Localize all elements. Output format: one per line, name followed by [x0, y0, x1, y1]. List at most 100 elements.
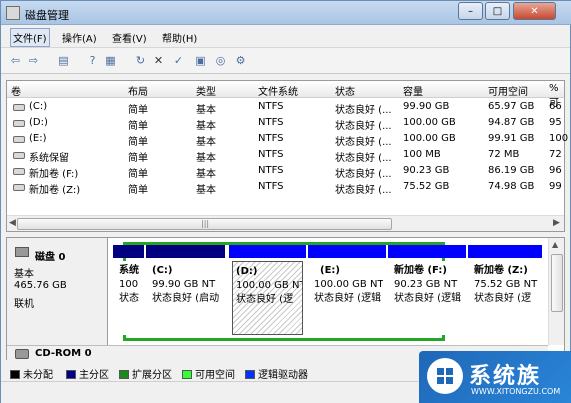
partition-size: 100: [119, 279, 139, 290]
logical-bar: [229, 245, 306, 258]
logical-bar: [468, 245, 542, 258]
percent-cell: 72: [549, 149, 562, 160]
menu-action[interactable]: 操作(A): [62, 30, 97, 45]
status-cell: 状态良好 (...: [335, 105, 392, 116]
table-row[interactable]: (D:) 简单 基本 NTFS 状态良好 (... 100.00 GB 94.8…: [7, 115, 564, 132]
settings-icon[interactable]: ⚙: [233, 53, 248, 68]
properties-icon[interactable]: ▦: [103, 53, 118, 68]
disk0-info[interactable]: 磁盘 0 基本 465.76 GB 联机: [7, 238, 108, 345]
disk0-type: 基本: [14, 269, 34, 280]
partition-system-reserved[interactable]: 系统 100 状态: [113, 245, 144, 338]
toolbar: ⇦ ⇨ ▤ ? ▦ ↻ ✕ ✓ ▣ ◎ ⚙: [1, 47, 570, 74]
partition-status: 状态良好 (逻辑: [314, 293, 382, 304]
volume-list: 卷 布局 类型 文件系统 状态 容量 可用空间 % 可 (C:) 简单 基本 N…: [6, 80, 568, 232]
status-cell: 状态良好 (...: [335, 185, 392, 196]
legend-unallocated: 未分配: [10, 366, 53, 381]
menu-bar: 文件(F) 操作(A) 查看(V) 帮助(H): [1, 26, 570, 47]
capacity-cell: 99.90 GB: [403, 101, 450, 112]
horizontal-scrollbar[interactable]: ◀ ||| ▶: [7, 215, 564, 231]
column-header: 卷 布局 类型 文件系统 状态 容量 可用空间 % 可: [7, 81, 564, 109]
back-icon[interactable]: ⇦: [8, 53, 23, 68]
search-icon[interactable]: ◎: [213, 53, 228, 68]
type-cell: 基本: [196, 137, 216, 148]
layout-cell: 简单: [128, 185, 148, 196]
table-row[interactable]: 新加卷 (Z:) 简单 基本 NTFS 状态良好 (... 75.52 GB 7…: [7, 179, 564, 196]
scroll-up-icon[interactable]: ▲: [552, 240, 558, 249]
delete-icon[interactable]: ✕: [151, 53, 166, 68]
check-icon[interactable]: ✓: [171, 53, 186, 68]
partition-label: (C:): [152, 265, 173, 276]
close-button[interactable]: ✕: [513, 2, 556, 20]
free-cell: 65.97 GB: [488, 101, 535, 112]
minimize-button[interactable]: –: [458, 2, 483, 20]
capacity-cell: 100.00 GB: [403, 117, 456, 128]
vertical-scroll-thumb[interactable]: [551, 254, 563, 312]
capacity-cell: 100 MB: [403, 149, 441, 160]
capacity-cell: 90.23 GB: [403, 165, 450, 176]
partition-f[interactable]: 新加卷 (F:) 90.23 GB NT 状态良好 (逻辑: [388, 245, 466, 338]
watermark-url: WWW.XITONGZU.COM: [471, 387, 561, 396]
volume-cell: 新加卷 (Z:): [29, 185, 81, 196]
partition-z[interactable]: 新加卷 (Z:) 75.52 GB NT 状态良好 (逻: [468, 245, 542, 338]
volume-cell: 系统保留: [29, 153, 69, 164]
drive-icon: [13, 104, 25, 111]
menu-file[interactable]: 文件(F): [10, 28, 50, 47]
partition-label: 新加卷 (F:): [394, 265, 447, 276]
primary-bar: [146, 245, 225, 258]
percent-cell: 66: [549, 101, 562, 112]
menu-help[interactable]: 帮助(H): [162, 30, 197, 45]
percent-cell: 100: [549, 133, 569, 144]
legend-swatch: [245, 370, 255, 379]
partition-body: 新加卷 (Z:) 75.52 GB NT 状态良好 (逻: [471, 261, 539, 335]
scroll-thumb[interactable]: |||: [17, 218, 392, 230]
logical-bar: [308, 245, 386, 258]
primary-bar: [113, 245, 144, 258]
cdrom-icon: [15, 349, 29, 359]
free-cell: 94.87 GB: [488, 117, 535, 128]
app-icon: [6, 6, 20, 20]
help-icon[interactable]: ?: [85, 53, 100, 68]
col-free[interactable]: 可用空间: [488, 83, 528, 98]
scroll-left-icon[interactable]: ◀: [9, 218, 16, 228]
col-status[interactable]: 状态: [335, 83, 355, 98]
table-row[interactable]: 系统保留 简单 基本 NTFS 状态良好 (... 100 MB 72 MB 7…: [7, 147, 564, 164]
percent-cell: 99: [549, 181, 562, 192]
partition-status: 状态: [119, 293, 139, 304]
menu-view[interactable]: 查看(V): [112, 30, 147, 45]
capacity-cell: 75.52 GB: [403, 181, 450, 192]
col-type[interactable]: 类型: [196, 83, 216, 98]
type-cell: 基本: [196, 169, 216, 180]
partition-status: 状态良好 (逻: [236, 294, 294, 305]
col-percent[interactable]: % 可: [549, 83, 564, 109]
volume-cell: (C:): [29, 101, 48, 112]
maximize-button[interactable]: □: [485, 2, 510, 20]
disk-management-window: 磁盘管理 – □ ✕ 文件(F) 操作(A) 查看(V) 帮助(H) ⇦ ⇨ ▤…: [0, 0, 571, 403]
partition-label: (D:): [236, 266, 258, 277]
type-cell: 基本: [196, 153, 216, 164]
forward-icon[interactable]: ⇨: [26, 53, 41, 68]
scroll-right-icon[interactable]: ▶: [553, 218, 560, 228]
free-cell: 86.19 GB: [488, 165, 535, 176]
partition-size: 100.00 GB NT: [314, 279, 383, 290]
console-tree-icon[interactable]: ▤: [56, 53, 71, 68]
fs-cell: NTFS: [258, 133, 284, 144]
logical-bar: [388, 245, 466, 258]
table-row[interactable]: 新加卷 (F:) 简单 基本 NTFS 状态良好 (... 90.23 GB 8…: [7, 163, 564, 180]
partition-e[interactable]: (E:) 100.00 GB NT 状态良好 (逻辑: [308, 245, 386, 338]
col-capacity[interactable]: 容量: [403, 83, 423, 98]
partition-d[interactable]: (D:) 100.00 GB NT 状态良好 (逻: [229, 245, 306, 338]
open-folder-icon[interactable]: ▣: [193, 53, 208, 68]
partition-size: 99.90 GB NT: [152, 279, 216, 290]
drive-icon: [13, 168, 25, 175]
col-volume[interactable]: 卷: [11, 83, 21, 98]
window-title: 磁盘管理: [25, 9, 69, 22]
status-cell: 状态良好 (...: [335, 121, 392, 132]
vertical-scrollbar[interactable]: ▲: [548, 238, 564, 345]
table-row[interactable]: (C:) 简单 基本 NTFS 状态良好 (... 99.90 GB 65.97…: [7, 99, 564, 116]
col-layout[interactable]: 布局: [128, 83, 148, 98]
cdrom-name: CD-ROM 0: [35, 348, 92, 359]
partition-c[interactable]: (C:) 99.90 GB NT 状态良好 (启动: [146, 245, 225, 338]
refresh-icon[interactable]: ↻: [133, 53, 148, 68]
col-filesystem[interactable]: 文件系统: [258, 83, 298, 98]
table-row[interactable]: (E:) 简单 基本 NTFS 状态良好 (... 100.00 GB 99.9…: [7, 131, 568, 148]
